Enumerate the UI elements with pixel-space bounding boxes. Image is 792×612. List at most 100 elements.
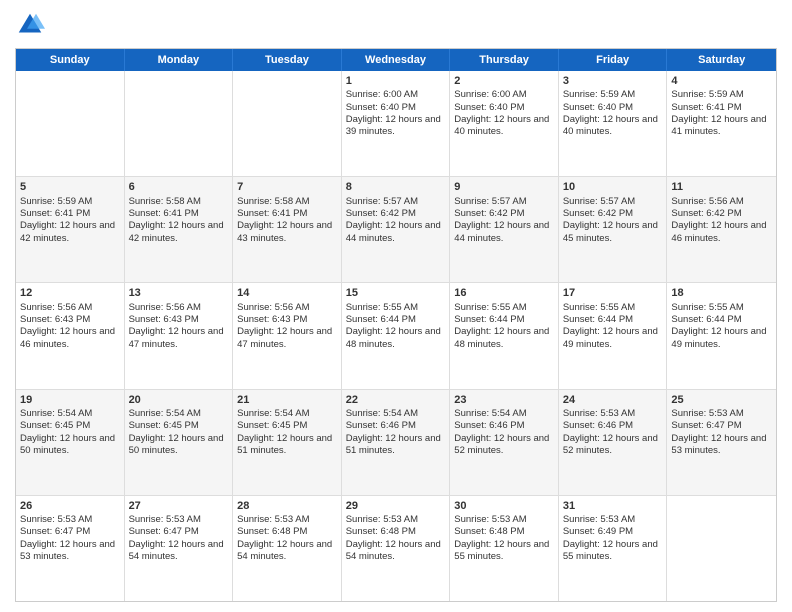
calendar-day: 9Sunrise: 5:57 AMSunset: 6:42 PMDaylight…	[450, 177, 559, 282]
calendar-day: 28Sunrise: 5:53 AMSunset: 6:48 PMDayligh…	[233, 496, 342, 601]
sunset-text: Sunset: 6:49 PM	[563, 526, 663, 538]
calendar-day: 3Sunrise: 5:59 AMSunset: 6:40 PMDaylight…	[559, 71, 668, 176]
calendar-day: 17Sunrise: 5:55 AMSunset: 6:44 PMDayligh…	[559, 283, 668, 388]
sunrise-text: Sunrise: 5:53 AM	[454, 514, 554, 526]
calendar-day: 31Sunrise: 5:53 AMSunset: 6:49 PMDayligh…	[559, 496, 668, 601]
daylight-text: Daylight: 12 hours and 46 minutes.	[671, 220, 772, 245]
sunset-text: Sunset: 6:47 PM	[129, 526, 229, 538]
sunset-text: Sunset: 6:44 PM	[671, 314, 772, 326]
day-number: 26	[20, 499, 120, 513]
sunrise-text: Sunrise: 5:54 AM	[346, 408, 446, 420]
day-number: 13	[129, 286, 229, 300]
sunrise-text: Sunrise: 5:54 AM	[129, 408, 229, 420]
calendar-day: 19Sunrise: 5:54 AMSunset: 6:45 PMDayligh…	[16, 390, 125, 495]
daylight-text: Daylight: 12 hours and 40 minutes.	[454, 114, 554, 139]
daylight-text: Daylight: 12 hours and 42 minutes.	[129, 220, 229, 245]
weekday-header: Thursday	[450, 49, 559, 71]
sunrise-text: Sunrise: 5:59 AM	[563, 89, 663, 101]
sunrise-text: Sunrise: 5:53 AM	[671, 408, 772, 420]
daylight-text: Daylight: 12 hours and 44 minutes.	[346, 220, 446, 245]
day-number: 17	[563, 286, 663, 300]
day-number: 11	[671, 180, 772, 194]
day-number: 10	[563, 180, 663, 194]
header	[15, 10, 777, 40]
daylight-text: Daylight: 12 hours and 45 minutes.	[563, 220, 663, 245]
sunset-text: Sunset: 6:45 PM	[129, 420, 229, 432]
daylight-text: Daylight: 12 hours and 48 minutes.	[454, 326, 554, 351]
calendar-row: 12Sunrise: 5:56 AMSunset: 6:43 PMDayligh…	[16, 283, 776, 389]
day-number: 21	[237, 393, 337, 407]
daylight-text: Daylight: 12 hours and 47 minutes.	[237, 326, 337, 351]
calendar-row: 5Sunrise: 5:59 AMSunset: 6:41 PMDaylight…	[16, 177, 776, 283]
calendar-body: 1Sunrise: 6:00 AMSunset: 6:40 PMDaylight…	[16, 71, 776, 601]
weekday-header: Tuesday	[233, 49, 342, 71]
calendar-day: 20Sunrise: 5:54 AMSunset: 6:45 PMDayligh…	[125, 390, 234, 495]
calendar-day: 30Sunrise: 5:53 AMSunset: 6:48 PMDayligh…	[450, 496, 559, 601]
weekday-header: Friday	[559, 49, 668, 71]
calendar-row: 26Sunrise: 5:53 AMSunset: 6:47 PMDayligh…	[16, 496, 776, 601]
sunrise-text: Sunrise: 5:53 AM	[129, 514, 229, 526]
daylight-text: Daylight: 12 hours and 54 minutes.	[237, 539, 337, 564]
daylight-text: Daylight: 12 hours and 39 minutes.	[346, 114, 446, 139]
daylight-text: Daylight: 12 hours and 47 minutes.	[129, 326, 229, 351]
calendar-day: 6Sunrise: 5:58 AMSunset: 6:41 PMDaylight…	[125, 177, 234, 282]
day-number: 30	[454, 499, 554, 513]
sunrise-text: Sunrise: 5:53 AM	[237, 514, 337, 526]
daylight-text: Daylight: 12 hours and 52 minutes.	[454, 433, 554, 458]
day-number: 7	[237, 180, 337, 194]
page: SundayMondayTuesdayWednesdayThursdayFrid…	[0, 0, 792, 612]
sunrise-text: Sunrise: 5:56 AM	[237, 302, 337, 314]
calendar-day: 22Sunrise: 5:54 AMSunset: 6:46 PMDayligh…	[342, 390, 451, 495]
calendar-day: 1Sunrise: 6:00 AMSunset: 6:40 PMDaylight…	[342, 71, 451, 176]
sunrise-text: Sunrise: 5:57 AM	[346, 196, 446, 208]
day-number: 25	[671, 393, 772, 407]
day-number: 31	[563, 499, 663, 513]
sunset-text: Sunset: 6:40 PM	[346, 102, 446, 114]
day-number: 18	[671, 286, 772, 300]
sunrise-text: Sunrise: 5:59 AM	[671, 89, 772, 101]
sunset-text: Sunset: 6:45 PM	[237, 420, 337, 432]
sunset-text: Sunset: 6:44 PM	[563, 314, 663, 326]
sunset-text: Sunset: 6:48 PM	[237, 526, 337, 538]
daylight-text: Daylight: 12 hours and 51 minutes.	[346, 433, 446, 458]
day-number: 6	[129, 180, 229, 194]
day-number: 1	[346, 74, 446, 88]
calendar-day: 25Sunrise: 5:53 AMSunset: 6:47 PMDayligh…	[667, 390, 776, 495]
calendar-day: 10 Sunrise: 5:57 AMSunset: 6:42 PMDayligh…	[559, 177, 668, 282]
calendar-header: SundayMondayTuesdayWednesdayThursdayFrid…	[16, 49, 776, 71]
sunset-text: Sunset: 6:46 PM	[563, 420, 663, 432]
sunrise-text: Sunrise: 5:57 AM	[563, 196, 663, 208]
day-number: 14	[237, 286, 337, 300]
calendar-day: 5Sunrise: 5:59 AMSunset: 6:41 PMDaylight…	[16, 177, 125, 282]
calendar-day: 24Sunrise: 5:53 AMSunset: 6:46 PMDayligh…	[559, 390, 668, 495]
sunset-text: Sunset: 6:41 PM	[129, 208, 229, 220]
day-number: 9	[454, 180, 554, 194]
calendar-day: 29Sunrise: 5:53 AMSunset: 6:48 PMDayligh…	[342, 496, 451, 601]
daylight-text: Daylight: 12 hours and 40 minutes.	[563, 114, 663, 139]
day-number: 27	[129, 499, 229, 513]
day-number: 16	[454, 286, 554, 300]
day-number: 19	[20, 393, 120, 407]
day-number: 15	[346, 286, 446, 300]
weekday-header: Sunday	[16, 49, 125, 71]
calendar-day: 2Sunrise: 6:00 AMSunset: 6:40 PMDaylight…	[450, 71, 559, 176]
daylight-text: Daylight: 12 hours and 53 minutes.	[671, 433, 772, 458]
day-number: 28	[237, 499, 337, 513]
sunrise-text: Sunrise: 5:53 AM	[563, 408, 663, 420]
sunset-text: Sunset: 6:41 PM	[671, 102, 772, 114]
daylight-text: Daylight: 12 hours and 52 minutes.	[563, 433, 663, 458]
sunset-text: Sunset: 6:42 PM	[563, 208, 663, 220]
sunrise-text: Sunrise: 5:53 AM	[20, 514, 120, 526]
sunset-text: Sunset: 6:42 PM	[454, 208, 554, 220]
sunrise-text: Sunrise: 5:59 AM	[20, 196, 120, 208]
calendar-day: 11Sunrise: 5:56 AMSunset: 6:42 PMDayligh…	[667, 177, 776, 282]
sunset-text: Sunset: 6:44 PM	[346, 314, 446, 326]
day-number: 12	[20, 286, 120, 300]
sunrise-text: Sunrise: 6:00 AM	[346, 89, 446, 101]
sunset-text: Sunset: 6:46 PM	[346, 420, 446, 432]
sunset-text: Sunset: 6:48 PM	[346, 526, 446, 538]
daylight-text: Daylight: 12 hours and 49 minutes.	[671, 326, 772, 351]
daylight-text: Daylight: 12 hours and 50 minutes.	[129, 433, 229, 458]
calendar-day: 15Sunrise: 5:55 AMSunset: 6:44 PMDayligh…	[342, 283, 451, 388]
day-number: 22	[346, 393, 446, 407]
